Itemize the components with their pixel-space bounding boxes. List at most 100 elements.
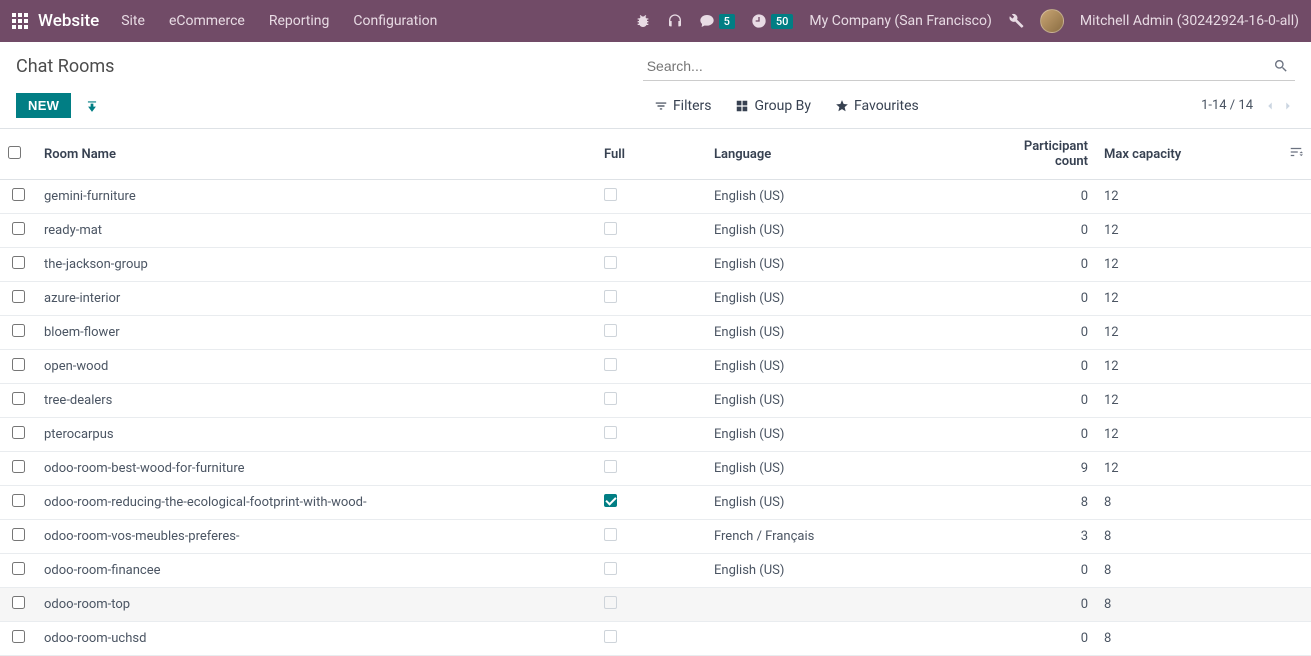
cell-max-capacity: 12 xyxy=(1096,282,1281,316)
row-checkbox[interactable] xyxy=(12,358,25,371)
cell-participant-count: 3 xyxy=(986,520,1096,554)
full-checkbox[interactable] xyxy=(604,324,617,337)
full-checkbox[interactable] xyxy=(604,358,617,371)
menu-configuration[interactable]: Configuration xyxy=(353,13,437,29)
menu-reporting[interactable]: Reporting xyxy=(269,13,330,29)
row-checkbox[interactable] xyxy=(12,596,25,609)
cell-participant-count: 0 xyxy=(986,588,1096,622)
col-full[interactable]: Full xyxy=(596,129,706,180)
cell-language: English (US) xyxy=(706,282,986,316)
menu-site[interactable]: Site xyxy=(121,13,145,29)
messages-icon[interactable]: 5 xyxy=(699,13,735,29)
cell-full xyxy=(596,180,706,214)
table-row[interactable]: the-jackson-groupEnglish (US)012 xyxy=(0,248,1311,282)
avatar[interactable] xyxy=(1040,9,1064,33)
table-row[interactable]: pterocarpusEnglish (US)012 xyxy=(0,418,1311,452)
top-navbar: Website Site eCommerce Reporting Configu… xyxy=(0,0,1311,42)
full-checkbox[interactable] xyxy=(604,630,617,643)
timer-icon[interactable]: 50 xyxy=(751,13,794,29)
filters-button[interactable]: Filters xyxy=(654,98,712,114)
row-checkbox[interactable] xyxy=(12,188,25,201)
favourites-button[interactable]: Favourites xyxy=(835,98,919,114)
full-checkbox[interactable] xyxy=(604,562,617,575)
row-checkbox[interactable] xyxy=(12,528,25,541)
company-selector[interactable]: My Company (San Francisco) xyxy=(809,13,991,29)
table-row[interactable]: odoo-room-uchsd08 xyxy=(0,622,1311,656)
cell-room-name: bloem-flower xyxy=(36,316,596,350)
full-checkbox[interactable] xyxy=(604,460,617,473)
download-icon[interactable] xyxy=(85,99,99,113)
full-checkbox[interactable] xyxy=(604,188,617,201)
full-checkbox[interactable] xyxy=(604,596,617,609)
cell-room-name: pterocarpus xyxy=(36,418,596,452)
cell-max-capacity: 12 xyxy=(1096,248,1281,282)
row-checkbox[interactable] xyxy=(12,494,25,507)
user-menu[interactable]: Mitchell Admin (30242924-16-0-all) xyxy=(1080,13,1299,29)
table-row[interactable]: odoo-room-best-wood-for-furniture English… xyxy=(0,452,1311,486)
search-input[interactable] xyxy=(643,52,1295,81)
app-brand[interactable]: Website xyxy=(38,11,99,31)
row-checkbox[interactable] xyxy=(12,460,25,473)
select-all-checkbox[interactable] xyxy=(8,146,21,159)
menu-ecommerce[interactable]: eCommerce xyxy=(169,13,245,29)
new-button[interactable]: NEW xyxy=(16,93,71,118)
systray: 5 50 My Company (San Francisco) Mitchell… xyxy=(635,9,1299,33)
col-participant-count[interactable]: Participant count xyxy=(986,129,1096,180)
full-checkbox[interactable] xyxy=(604,426,617,439)
pager-text[interactable]: 1-14 / 14 xyxy=(1201,98,1253,113)
row-checkbox[interactable] xyxy=(12,392,25,405)
search-icon[interactable] xyxy=(1273,58,1289,74)
cell-language: English (US) xyxy=(706,486,986,520)
table-row[interactable]: odoo-room-top08 xyxy=(0,588,1311,622)
col-room-name[interactable]: Room Name xyxy=(36,129,596,180)
pager-next-icon[interactable] xyxy=(1281,99,1295,113)
row-checkbox[interactable] xyxy=(12,290,25,303)
full-checkbox[interactable] xyxy=(604,528,617,541)
row-checkbox[interactable] xyxy=(12,256,25,269)
table-row[interactable]: gemini-furnitureEnglish (US)012 xyxy=(0,180,1311,214)
cell-participant-count: 0 xyxy=(986,554,1096,588)
cell-full xyxy=(596,418,706,452)
row-checkbox[interactable] xyxy=(12,630,25,643)
table-row[interactable]: odoo-room-vos-meubles-preferes-French / … xyxy=(0,520,1311,554)
support-icon[interactable] xyxy=(667,13,683,29)
table-row[interactable]: odoo-room-reducing-the-ecological-footpr… xyxy=(0,486,1311,520)
table-row[interactable]: azure-interiorEnglish (US)012 xyxy=(0,282,1311,316)
cell-participant-count: 0 xyxy=(986,180,1096,214)
cell-language: English (US) xyxy=(706,554,986,588)
row-checkbox[interactable] xyxy=(12,324,25,337)
row-checkbox[interactable] xyxy=(12,562,25,575)
cell-full xyxy=(596,452,706,486)
full-checkbox[interactable] xyxy=(604,392,617,405)
row-checkbox[interactable] xyxy=(12,426,25,439)
debug-icon[interactable] xyxy=(635,13,651,29)
cell-language: English (US) xyxy=(706,180,986,214)
cell-room-name: odoo-room-best-wood-for-furniture xyxy=(36,452,596,486)
cell-room-name: ready-mat xyxy=(36,214,596,248)
cell-max-capacity: 12 xyxy=(1096,452,1281,486)
groupby-button[interactable]: Group By xyxy=(735,98,811,114)
table-row[interactable]: open-woodEnglish (US)012 xyxy=(0,350,1311,384)
tools-icon[interactable] xyxy=(1008,13,1024,29)
cell-language xyxy=(706,588,986,622)
page-title: Chat Rooms xyxy=(16,52,643,77)
full-checkbox[interactable] xyxy=(604,222,617,235)
cell-max-capacity: 8 xyxy=(1096,486,1281,520)
apps-icon[interactable] xyxy=(12,13,28,29)
pager-prev-icon[interactable] xyxy=(1263,99,1277,113)
table-row[interactable]: odoo-room-financeeEnglish (US)08 xyxy=(0,554,1311,588)
cell-full xyxy=(596,316,706,350)
full-checkbox[interactable] xyxy=(604,494,617,507)
cell-language: English (US) xyxy=(706,452,986,486)
table-row[interactable]: bloem-flowerEnglish (US)012 xyxy=(0,316,1311,350)
full-checkbox[interactable] xyxy=(604,290,617,303)
cell-room-name: odoo-room-top xyxy=(36,588,596,622)
table-row[interactable]: tree-dealersEnglish (US)012 xyxy=(0,384,1311,418)
row-checkbox[interactable] xyxy=(12,222,25,235)
optional-fields-icon[interactable] xyxy=(1289,145,1303,159)
table-row[interactable]: ready-matEnglish (US)012 xyxy=(0,214,1311,248)
col-language[interactable]: Language xyxy=(706,129,986,180)
cell-room-name: the-jackson-group xyxy=(36,248,596,282)
col-max-capacity[interactable]: Max capacity xyxy=(1096,129,1281,180)
full-checkbox[interactable] xyxy=(604,256,617,269)
